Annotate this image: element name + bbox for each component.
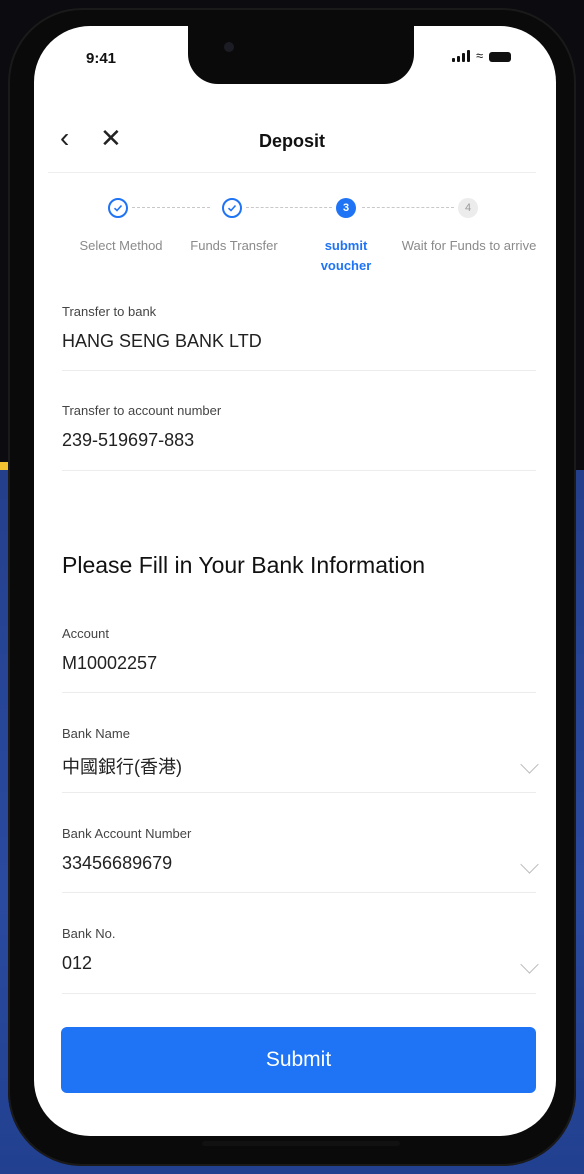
- step-1-label: Select Method: [79, 238, 163, 253]
- page-title: Deposit: [258, 131, 325, 151]
- step-3-label: submit voucher: [320, 238, 372, 273]
- account-input[interactable]: M10002257: [62, 653, 536, 674]
- bank-account-number-label: Bank Account Number: [62, 826, 192, 841]
- camera-dot: [224, 42, 234, 52]
- status-icons: ≈: [452, 48, 512, 63]
- step-connector: [362, 207, 454, 208]
- section-title: Please Fill in Your Bank Information: [62, 552, 426, 578]
- transfer-bank-field: Transfer to bank HANG SENG BANK LTD: [62, 304, 536, 352]
- divider: [62, 892, 536, 893]
- transfer-bank-value: HANG SENG BANK LTD: [62, 331, 262, 351]
- step-2-check-icon: [222, 198, 242, 218]
- account-field[interactable]: Account M10002257: [62, 626, 536, 674]
- transfer-bank-label: Transfer to bank: [62, 304, 157, 319]
- header-divider: [48, 172, 536, 173]
- step-connector: [246, 207, 332, 208]
- home-indicator: [202, 1141, 400, 1146]
- bank-no-field[interactable]: Bank No. 012: [62, 926, 536, 974]
- step-2-label: Funds Transfer: [190, 238, 278, 253]
- step-connector: [132, 207, 210, 208]
- account-label: Account: [62, 626, 109, 641]
- divider: [62, 792, 536, 793]
- step-4-label: Wait for Funds to arrive: [401, 238, 537, 253]
- step-4-circle: 4: [458, 198, 478, 218]
- signal-icon: [452, 50, 470, 62]
- phone-notch: [188, 24, 414, 84]
- status-time: 9:41: [86, 50, 117, 67]
- transfer-account-field: Transfer to account number 239-519697-88…: [62, 403, 536, 451]
- divider: [62, 370, 536, 371]
- divider: [62, 692, 536, 693]
- bank-account-number-field[interactable]: Bank Account Number 33456689679: [62, 826, 536, 874]
- step-1-check-icon: [108, 198, 128, 218]
- transfer-account-value: 239-519697-883: [62, 430, 195, 450]
- wifi-icon: ≈: [476, 48, 484, 63]
- divider: [62, 993, 536, 994]
- bank-name-field[interactable]: Bank Name 中國銀行(香港): [62, 726, 536, 779]
- bank-account-number-select[interactable]: 33456689679: [62, 853, 536, 874]
- bank-name-select[interactable]: 中國銀行(香港): [62, 753, 536, 779]
- battery-icon: [489, 52, 512, 62]
- bank-no-select[interactable]: 012: [62, 953, 536, 974]
- transfer-account-label: Transfer to account number: [62, 403, 222, 418]
- progress-stepper: 3 4 Select Method Funds Transfer submit …: [0, 196, 584, 286]
- divider: [62, 470, 536, 471]
- bank-no-label: Bank No.: [62, 926, 116, 941]
- submit-button[interactable]: Submit: [61, 1027, 536, 1093]
- bank-name-label: Bank Name: [62, 726, 130, 741]
- step-3-circle: 3: [336, 198, 356, 218]
